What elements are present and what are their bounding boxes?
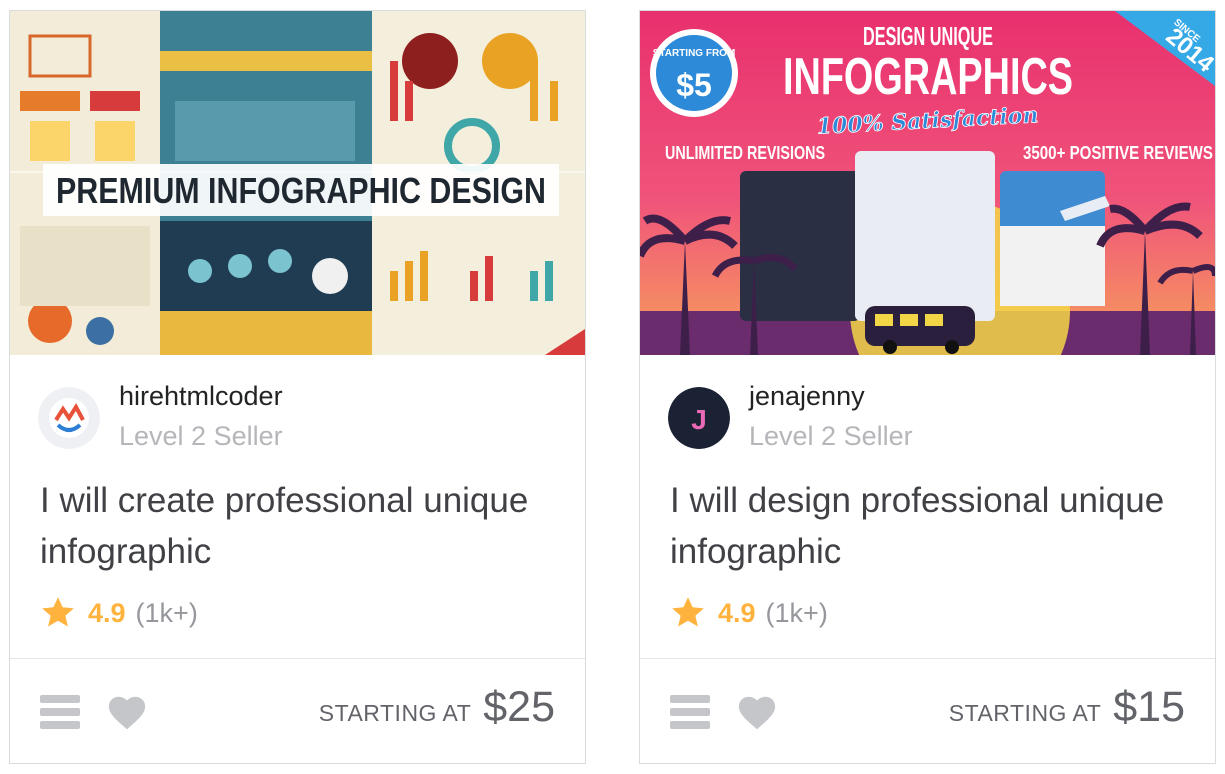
gig-thumbnail[interactable]: STARTING FROM $5 SINCE 2014 DESIGN UNIQU…	[640, 11, 1215, 355]
rating-value: 4.9	[88, 597, 126, 628]
gig-footer: STARTING AT $25	[10, 658, 585, 763]
rating-value: 4.9	[718, 597, 756, 628]
menu-icon[interactable]	[40, 695, 80, 729]
thumbnail-title: INFOGRAPHICS	[783, 48, 1073, 106]
price-value: $15	[1113, 683, 1185, 731]
seller-level: Level 2 Seller	[119, 421, 283, 451]
seller-avatar[interactable]	[38, 387, 100, 449]
seller-avatar[interactable]: J	[668, 387, 730, 449]
heart-icon[interactable]	[106, 693, 148, 731]
thumbnail-right-text: 3500+ POSITIVE REVIEWS	[1023, 143, 1213, 163]
gig-rating: 4.9 (1k+)	[670, 595, 828, 631]
thumbnail-image: STARTING FROM $5 SINCE 2014 DESIGN UNIQU…	[640, 11, 1215, 355]
thumbnail-badge-price: $5	[676, 67, 712, 103]
seller-level: Level 2 Seller	[749, 421, 913, 451]
star-icon	[42, 597, 74, 627]
avatar-logo-icon	[38, 387, 100, 449]
heart-icon[interactable]	[736, 693, 778, 731]
thumbnail-heading: DESIGN UNIQUE	[863, 21, 993, 51]
gig-title[interactable]: I will design professional unique infogr…	[670, 475, 1170, 577]
seller-name[interactable]: hirehtmlcoder	[119, 379, 283, 413]
price-label: STARTING AT	[948, 700, 1102, 726]
rating-count: (1k+)	[135, 597, 198, 628]
gig-footer: STARTING AT $15	[640, 658, 1215, 763]
price-label: STARTING AT	[318, 700, 472, 726]
gig-card[interactable]: PREMIUM INFOGRAPHIC DESIGN hirehtmlcoder…	[9, 10, 586, 764]
gig-rating: 4.9 (1k+)	[40, 595, 198, 631]
price-value: $25	[483, 683, 555, 731]
rating-count: (1k+)	[765, 597, 828, 628]
menu-icon[interactable]	[670, 695, 710, 729]
star-icon	[672, 597, 704, 627]
avatar-letter: J	[691, 404, 707, 435]
thumbnail-badge-text: STARTING FROM	[653, 48, 736, 59]
price-block[interactable]: STARTING AT $25	[319, 683, 555, 732]
seller-info: hirehtmlcoder Level 2 Seller	[38, 379, 283, 459]
avatar-letter-icon: J	[668, 387, 730, 449]
thumbnail-banner-text: PREMIUM INFOGRAPHIC DESIGN	[56, 170, 546, 211]
gig-title[interactable]: I will create professional unique infogr…	[40, 475, 540, 577]
gig-card[interactable]: STARTING FROM $5 SINCE 2014 DESIGN UNIQU…	[639, 10, 1216, 764]
gig-thumbnail[interactable]: PREMIUM INFOGRAPHIC DESIGN	[10, 11, 585, 355]
seller-name[interactable]: jenajenny	[749, 379, 913, 413]
thumbnail-image: PREMIUM INFOGRAPHIC DESIGN	[10, 11, 585, 355]
thumbnail-left-text: UNLIMITED REVISIONS	[665, 143, 825, 163]
price-block[interactable]: STARTING AT $15	[949, 683, 1185, 732]
seller-info: J jenajenny Level 2 Seller	[668, 379, 913, 459]
